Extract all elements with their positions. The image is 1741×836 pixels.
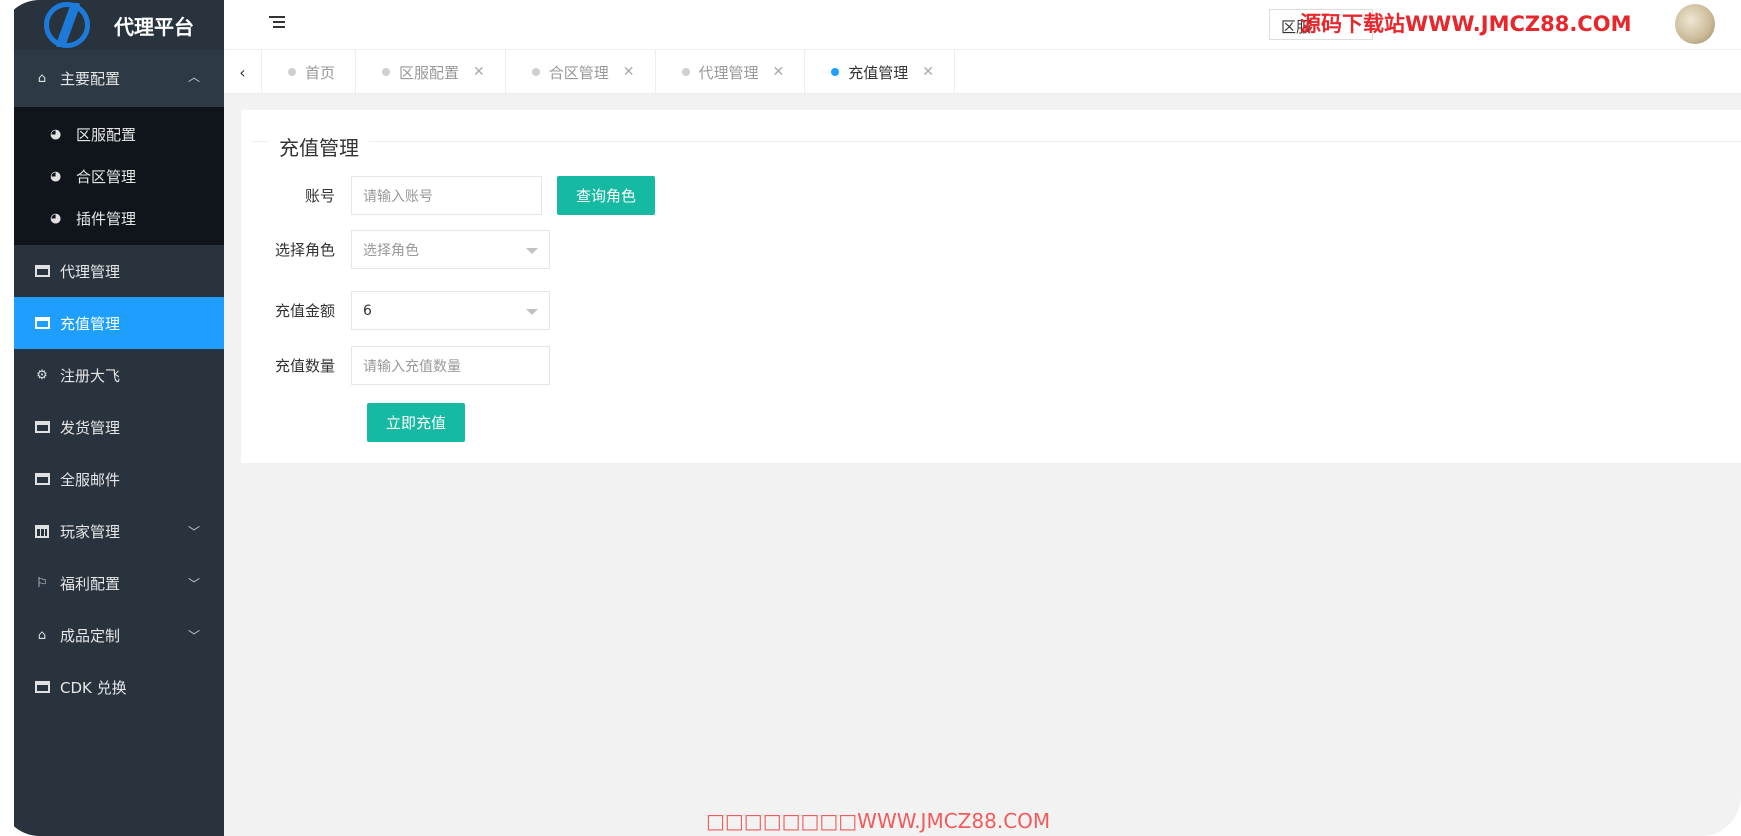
main-content: 充值管理 账号 请输入账号 查询角色 选择角色 选择角色 充值金额 6 充值数量… [224,94,1741,836]
window-icon [34,420,50,434]
submit-row: 立即充值 [367,403,465,442]
amount-row: 充值金额 6 [241,291,550,330]
dashboard-icon: ◕ [50,126,62,142]
tab-label: 合区管理 [548,63,609,82]
quantity-input[interactable]: 请输入充值数量 [351,346,550,385]
left-edge-strip [0,0,14,836]
dashboard-icon: ◕ [50,168,62,184]
sidebar-item-main-config[interactable]: ⌂ 主要配置 ︿ [14,50,224,107]
tab-dot [531,68,540,76]
tab-dot [382,68,391,76]
tab-dot [831,68,840,76]
close-icon[interactable]: ✕ [473,64,485,80]
amount-select-value: 6 [363,302,372,319]
account-label: 账号 [304,187,335,205]
sidebar-item-player-manage[interactable]: 玩家管理 ﹀ [14,505,224,557]
tab-label: 首页 [305,63,336,82]
sidebar-item-label: 玩家管理 [60,522,121,541]
tab-dot [288,68,296,76]
form-title: 充值管理 [269,132,369,161]
window-icon [34,680,50,694]
close-icon[interactable]: ✕ [623,64,635,80]
watermark-text: 源码下载站WWW.JMCZ88.COM [1300,12,1632,36]
role-row: 选择角色 选择角色 [241,230,550,269]
chevron-up-icon: ︿ [187,70,200,84]
recharge-now-button[interactable]: 立即充值 [367,403,465,442]
chevron-down-icon: ﹀ [187,629,200,643]
sidebar-item-delivery-manage[interactable]: 发货管理 [14,401,224,453]
sidebar-item-merge-server[interactable]: ◕ 合区管理 [14,155,224,197]
tab-agent-manage[interactable]: 代理管理 ✕ [656,50,806,94]
sidebar-item-agent-manage[interactable]: 代理管理 [14,245,224,297]
sidebar-item-label: 全服邮件 [60,470,121,489]
sidebar-item-label: 福利配置 [60,574,121,593]
calendar-icon [34,524,50,538]
quantity-label: 充值数量 [274,357,335,375]
sidebar-item-register[interactable]: ⚙ 注册大飞 [14,349,224,401]
flag-icon: ⚐ [36,575,48,591]
role-select[interactable]: 选择角色 [351,230,550,269]
chevron-down-icon: ﹀ [187,525,200,539]
app-title: 代理平台 [114,14,194,39]
sidebar-item-label: CDK 兑换 [60,678,127,697]
fieldset-divider [251,130,1741,142]
sidebar-item-recharge-manage[interactable]: 充值管理 [14,297,224,349]
sidebar-item-label: 代理管理 [60,262,121,281]
logo-icon [44,2,90,48]
window-icon [34,264,50,278]
account-row: 账号 请输入账号 查询角色 [241,176,655,215]
sidebar-item-custom-product[interactable]: ⌂ 成品定制 ﹀ [14,609,224,661]
tab-merge-server[interactable]: 合区管理 ✕ [506,50,656,94]
window-icon [34,316,50,330]
sidebar-item-cdk-exchange[interactable]: CDK 兑换 [14,661,224,713]
caret-down-icon [526,248,538,254]
submenu-main-config: ◕ 区服配置 ◕ 合区管理 ◕ 插件管理 [14,107,224,245]
tab-home[interactable]: 首页 [262,50,357,94]
sidebar-item-label: 发货管理 [60,418,121,437]
menu-toggle-icon[interactable] [269,16,285,30]
sidebar-item-label: 区服配置 [76,125,137,144]
account-input[interactable]: 请输入账号 [351,176,542,215]
sidebar-item-label: 主要配置 [60,70,121,88]
avatar[interactable] [1675,4,1715,44]
chevron-down-icon: ﹀ [187,577,200,591]
close-icon[interactable]: ✕ [773,64,785,80]
quantity-row: 充值数量 请输入充值数量 [241,346,550,385]
window-icon [34,472,50,486]
sidebar-item-label: 合区管理 [76,167,137,186]
role-select-value: 选择角色 [363,242,419,259]
top-header: 区服 源码下载站WWW.JMCZ88.COM [224,0,1741,50]
tab-label: 代理管理 [698,63,759,82]
tab-dot [681,68,690,76]
close-icon[interactable]: ✕ [922,64,934,80]
home-icon: ⌂ [37,71,47,86]
amount-label: 充值金额 [274,302,335,320]
role-label: 选择角色 [274,241,335,259]
sidebar-item-plugin-manage[interactable]: ◕ 插件管理 [14,197,224,239]
tab-server-config[interactable]: 区服配置 ✕ [356,50,506,94]
sidebar-item-label: 充值管理 [60,314,121,333]
sidebar-item-label: 注册大飞 [60,366,121,385]
chevron-left-icon[interactable]: ‹ [224,50,262,94]
tab-label: 区服配置 [399,63,460,82]
tab-bar: ‹ 首页 区服配置 ✕ 合区管理 ✕ 代理管理 ✕ 充值管理 ✕ [224,50,1741,94]
dashboard-icon: ◕ [50,210,62,226]
query-role-button[interactable]: 查询角色 [557,176,655,215]
recharge-form-card: 充值管理 账号 请输入账号 查询角色 选择角色 选择角色 充值金额 6 充值数量… [241,110,1741,463]
sidebar-item-server-mail[interactable]: 全服邮件 [14,453,224,505]
sidebar-item-label: 成品定制 [60,626,121,645]
caret-down-icon [526,309,538,315]
sidebar-item-server-config[interactable]: ◕ 区服配置 [14,113,224,155]
gears-icon: ⚙ [36,367,48,383]
sidebar: 代理平台 ⌂ 主要配置 ︿ ◕ 区服配置 ◕ 合区管理 ◕ 插件管理 代理管理 [14,0,224,836]
sidebar-item-label: 插件管理 [76,209,137,228]
home-icon: ⌂ [37,627,47,643]
tab-recharge-manage[interactable]: 充值管理 ✕ [805,50,956,94]
bottom-watermark-text: □□□□□□□□WWW.JMCZ88.COM [706,809,1051,833]
tab-label: 充值管理 [848,63,909,82]
sidebar-item-welfare-config[interactable]: ⚐ 福利配置 ﹀ [14,557,224,609]
amount-select[interactable]: 6 [351,291,550,330]
logo-bar: 代理平台 [14,0,224,50]
